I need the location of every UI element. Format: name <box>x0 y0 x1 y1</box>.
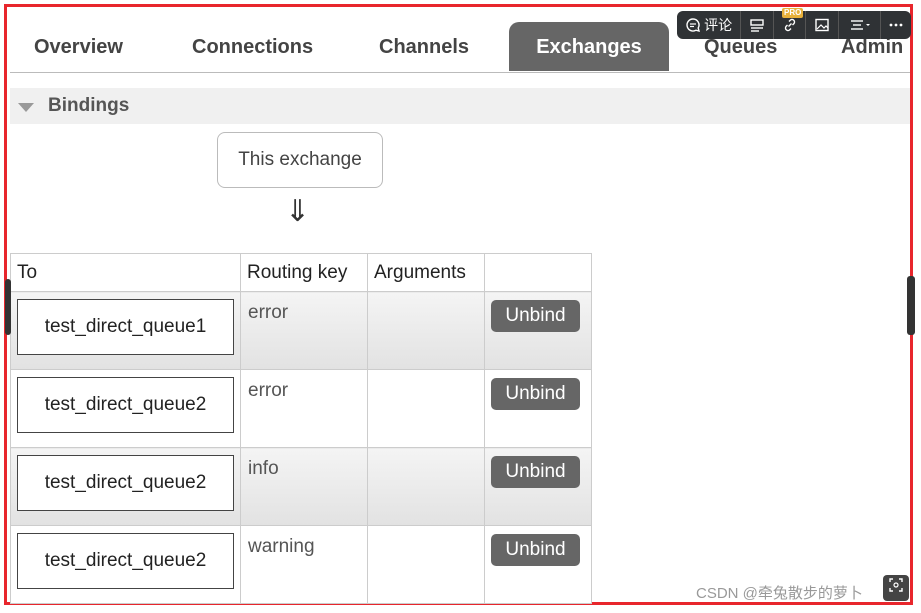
bindings-section-header[interactable]: Bindings <box>10 88 910 124</box>
right-scroll-handle[interactable] <box>907 276 915 335</box>
queue-link[interactable]: test_direct_queue2 <box>17 533 234 589</box>
routing-key-value: error <box>248 302 289 323</box>
align-button[interactable] <box>839 11 882 39</box>
comment-label: 评论 <box>704 17 733 33</box>
this-exchange-box: This exchange <box>217 132 383 188</box>
table-row: test_direct_queue2 warning Unbind <box>10 525 592 604</box>
unbind-button[interactable]: Unbind <box>491 534 580 566</box>
image-icon <box>815 18 829 32</box>
routing-key-value: warning <box>248 536 315 557</box>
tab-connections[interactable]: Connections <box>192 22 313 71</box>
comment-button[interactable]: 评论 <box>677 11 742 39</box>
align-icon <box>850 20 870 30</box>
more-button[interactable] <box>881 11 911 39</box>
column-header-actions <box>484 253 592 292</box>
list-button[interactable] <box>741 11 774 39</box>
unbind-button[interactable]: Unbind <box>491 300 580 332</box>
tab-channels[interactable]: Channels <box>379 22 469 71</box>
queue-link[interactable]: test_direct_queue2 <box>17 377 234 433</box>
queue-link[interactable]: test_direct_queue2 <box>17 455 234 511</box>
bindings-title: Bindings <box>48 95 130 116</box>
watermark-text: CSDN @牵兔散步的萝卜 <box>696 585 863 602</box>
list-icon <box>750 19 764 32</box>
column-header-routing-key: Routing key <box>240 253 368 292</box>
unbind-button[interactable]: Unbind <box>491 378 580 410</box>
image-button[interactable] <box>806 11 839 39</box>
bindings-table: To Routing key Arguments test_direct_que… <box>10 253 592 604</box>
link-icon <box>784 18 795 32</box>
tab-overview[interactable]: Overview <box>34 22 123 71</box>
table-row: test_direct_queue2 error Unbind <box>10 369 592 448</box>
unbind-button[interactable]: Unbind <box>491 456 580 488</box>
column-header-to: To <box>10 253 241 292</box>
collapse-triangle-icon[interactable] <box>18 103 34 112</box>
more-icon <box>889 23 903 27</box>
left-scroll-handle[interactable] <box>5 279 11 335</box>
table-row: test_direct_queue1 error Unbind <box>10 291 592 370</box>
comment-icon <box>686 18 701 32</box>
table-row: test_direct_queue2 info Unbind <box>10 447 592 526</box>
routing-key-value: error <box>248 380 289 401</box>
queue-link[interactable]: test_direct_queue1 <box>17 299 234 355</box>
column-header-arguments: Arguments <box>367 253 485 292</box>
tab-exchanges[interactable]: Exchanges <box>509 22 669 71</box>
down-arrow-icon: ⇓ <box>285 195 311 228</box>
screenshot-icon[interactable] <box>883 575 909 601</box>
pro-badge: PRO <box>782 8 804 18</box>
routing-key-value: info <box>248 458 279 479</box>
